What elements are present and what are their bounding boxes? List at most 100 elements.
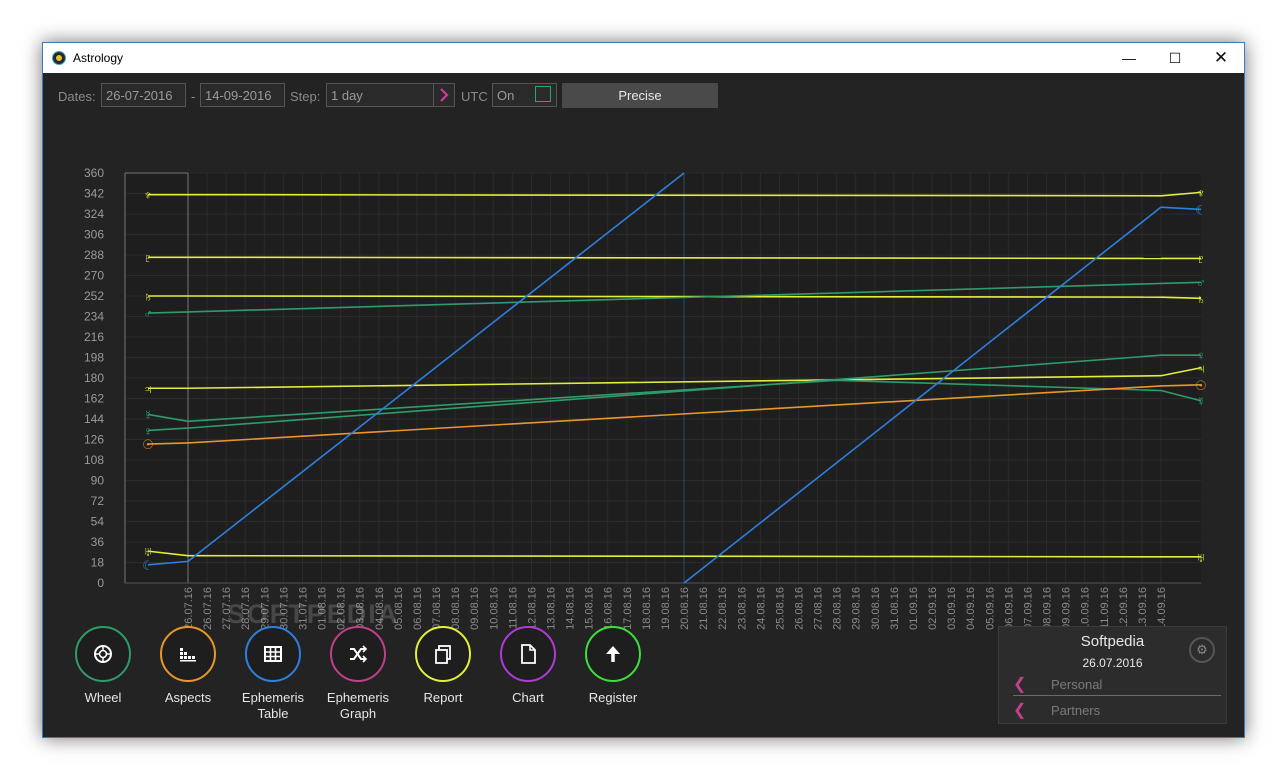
nav-button-aspects[interactable]: Aspects — [148, 626, 228, 706]
y-tick-label: 252 — [84, 289, 104, 303]
profile-item-label: Personal — [1051, 677, 1103, 692]
nav-circle[interactable] — [415, 626, 471, 682]
x-tick-label: 22.08.16 — [717, 587, 729, 630]
nav-label: Wheel — [84, 690, 122, 705]
y-tick-label: 72 — [91, 494, 105, 508]
x-tick-label: 13.09.16 — [1137, 587, 1149, 630]
aspects-icon — [177, 643, 199, 665]
x-tick-label: 10.09.16 — [1080, 587, 1092, 630]
wheel-icon — [92, 643, 114, 665]
chevron-left-icon: ❮ — [1013, 702, 1027, 719]
planet-glyph-end: ♇ — [1196, 251, 1206, 266]
ephemeris-graph: 0 18 36 54 72 90 108 126 144 162 180 198 216 234 252 27… — [84, 166, 1207, 630]
x-tick-label: 16.08.16 — [603, 587, 615, 630]
planet-glyph-start: ☾ — [142, 558, 154, 573]
x-tick-label: 09.08.16 — [469, 587, 481, 630]
series-line — [187, 554, 1162, 558]
x-tick-label: 15.08.16 — [584, 587, 596, 630]
planet-glyph-start: ♄ — [143, 289, 153, 304]
date-from-input[interactable]: 26-07-2016 — [101, 83, 186, 107]
chevron-left-icon: ❮ — [1013, 676, 1027, 693]
planet-glyph-end: ♆ — [1196, 185, 1206, 200]
planet-glyph-start: ☿ — [143, 407, 153, 422]
utc-label: UTC — [461, 89, 488, 104]
y-tick-label: 306 — [84, 228, 104, 242]
date-to-input[interactable]: 14-09-2016 — [200, 83, 285, 107]
step-input[interactable]: 1 day — [326, 83, 434, 107]
x-tick-label: 14.08.16 — [565, 587, 577, 630]
nav-label: Register — [588, 690, 638, 705]
planet-glyph-end: ☉ — [1195, 378, 1207, 393]
nav-button-report[interactable]: Report — [403, 626, 483, 706]
profile-item-personal[interactable]: ❮ Personal — [1013, 673, 1221, 696]
x-tick-label: 11.08.16 — [507, 587, 519, 629]
y-tick-label: 108 — [84, 453, 104, 467]
x-tick-label: 25.08.16 — [774, 587, 786, 630]
x-tick-label: 29.08.16 — [851, 587, 863, 630]
nav-button-wheel[interactable]: Wheel — [63, 626, 143, 706]
x-tick-label: 06.09.16 — [1003, 587, 1015, 630]
nav-circle[interactable] — [75, 626, 131, 682]
y-tick-label: 162 — [84, 392, 104, 406]
nav-button-chart[interactable]: Chart — [488, 626, 568, 706]
x-tick-label: 17.08.16 — [622, 587, 634, 630]
report-icon — [432, 643, 454, 665]
x-tick-label: 07.08.16 — [431, 587, 443, 630]
planet-glyph-end: ♀ — [1196, 348, 1206, 363]
y-tick-label: 126 — [84, 433, 104, 447]
nav-circle[interactable] — [245, 626, 301, 682]
planet-glyph-end: ♄ — [1196, 291, 1206, 306]
x-tick-label: 06.08.16 — [412, 587, 424, 630]
minimize-button[interactable]: — — [1106, 43, 1152, 73]
x-tick-label: 09.09.16 — [1061, 587, 1073, 630]
nav-button-ephemeris-table[interactable]: Ephemeris Table — [233, 626, 313, 722]
series-lead-out — [1160, 281, 1202, 285]
nav-circle[interactable] — [500, 626, 556, 682]
nav-circle[interactable] — [330, 626, 386, 682]
planet-glyph-start: ♂ — [143, 306, 153, 321]
y-tick-label: 90 — [91, 474, 105, 488]
close-button[interactable]: ✕ — [1198, 43, 1244, 73]
watermark: SOFTPEDIA — [227, 599, 400, 629]
planet-glyph-end: ♅ — [1196, 550, 1206, 565]
date-separator: - — [191, 89, 196, 104]
profile-item-partners[interactable]: ❮ Partners — [1013, 699, 1221, 721]
nav-label: Ephemeris Table — [241, 690, 305, 721]
dates-label: Dates: — [58, 89, 96, 104]
x-tick-label: 24.08.16 — [755, 587, 767, 630]
x-tick-label: 19.08.16 — [660, 587, 672, 630]
arrow-up-icon — [602, 643, 624, 665]
precise-button[interactable]: Precise — [562, 83, 718, 108]
y-tick-label: 54 — [91, 515, 105, 529]
utc-checkbox[interactable] — [535, 86, 551, 102]
y-tick-label: 342 — [84, 187, 104, 201]
y-tick-label: 216 — [84, 330, 104, 344]
x-tick-label: 13.08.16 — [545, 587, 557, 630]
nav-circle[interactable] — [585, 626, 641, 682]
profile-item-label: Partners — [1051, 703, 1101, 718]
x-tick-label: 14.09.16 — [1156, 587, 1168, 630]
x-tick-label: 21.08.16 — [698, 587, 710, 630]
window-title: Astrology — [73, 51, 124, 65]
series-line — [187, 193, 1162, 197]
nav-button-ephemeris-graph[interactable]: Ephemeris Graph — [318, 626, 398, 722]
app-window: Astrology — ☐ ✕ Dates: 26-07-2016 - 14-0… — [42, 42, 1245, 738]
maximize-button[interactable]: ☐ — [1152, 43, 1198, 73]
profile-panel: Softpedia 26.07.2016 ⚙ ❮ Personal ❮ Part… — [998, 626, 1227, 724]
shuffle-icon — [347, 643, 369, 665]
nav-label: Chart — [512, 690, 544, 705]
y-tick-label: 270 — [84, 269, 104, 283]
x-tick-label: 31.08.16 — [889, 587, 901, 630]
x-tick-label: 26.08.16 — [794, 587, 806, 630]
gear-icon[interactable]: ⚙ — [1189, 637, 1215, 663]
y-tick-label: 18 — [91, 556, 105, 570]
step-next-button[interactable] — [433, 83, 455, 107]
title-bar: Astrology — ☐ ✕ — [43, 43, 1244, 73]
nav-button-register[interactable]: Register — [573, 626, 653, 706]
y-tick-label: 0 — [97, 576, 104, 590]
series-lead-in — [147, 442, 189, 445]
planet-glyph-start: ♃ — [143, 381, 153, 396]
x-tick-label: 26.07.16 — [202, 587, 214, 630]
nav-circle[interactable] — [160, 626, 216, 682]
x-tick-label: 30.08.16 — [870, 587, 882, 630]
